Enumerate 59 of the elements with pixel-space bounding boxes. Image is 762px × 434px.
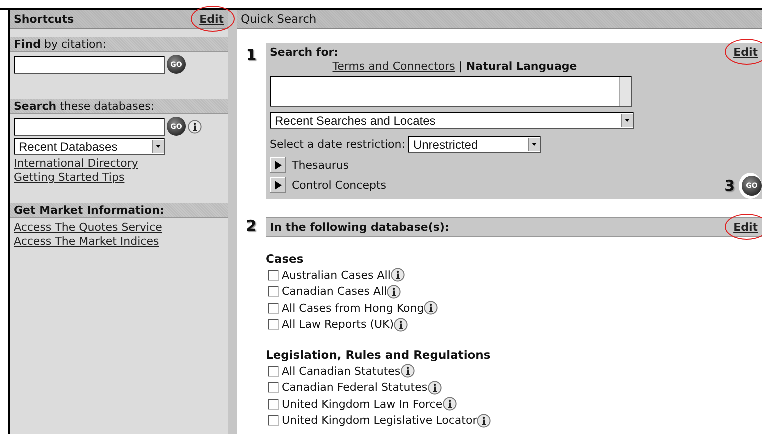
step-number: 2 bbox=[245, 217, 258, 237]
group-heading: Cases bbox=[266, 252, 305, 266]
checkbox-label: Australian Cases All bbox=[282, 268, 391, 282]
step-number: 1 bbox=[245, 45, 258, 66]
section-title: Find by citation: bbox=[14, 38, 106, 50]
link[interactable]: International Directory bbox=[14, 157, 138, 170]
expander-label[interactable]: Control Concepts bbox=[292, 178, 386, 192]
checkbox[interactable] bbox=[268, 415, 279, 426]
query-field[interactable] bbox=[270, 76, 632, 107]
search-mode-tab[interactable]: Terms and Connectors bbox=[332, 60, 456, 73]
link[interactable]: Access The Market Indices bbox=[14, 235, 160, 248]
checkbox[interactable] bbox=[268, 319, 279, 330]
panel-title: Quick Search bbox=[241, 12, 317, 26]
step-number: 3 bbox=[724, 177, 735, 195]
panel-title: Shortcuts bbox=[14, 12, 74, 26]
dropdown[interactable]: Recent Databases bbox=[14, 138, 165, 155]
edit-link[interactable]: Edit bbox=[200, 12, 224, 26]
info-icon[interactable] bbox=[400, 364, 415, 378]
search-mode-tab[interactable]: Natural Language bbox=[466, 60, 578, 73]
checkbox-label: Canadian Cases All bbox=[282, 285, 388, 298]
info-icon[interactable] bbox=[394, 318, 408, 332]
info-icon[interactable] bbox=[390, 268, 405, 282]
checkbox-label: Canadian Federal Statutes bbox=[282, 381, 428, 394]
section-title: In the following database(s): bbox=[270, 220, 450, 234]
info-icon[interactable] bbox=[477, 414, 492, 428]
expand-icon[interactable] bbox=[270, 157, 286, 173]
dropdown[interactable]: Unrestricted bbox=[408, 136, 542, 153]
scrollbar[interactable] bbox=[619, 77, 631, 106]
input-field[interactable] bbox=[14, 118, 165, 136]
section-title: Get Market Information: bbox=[14, 204, 164, 216]
expand-icon[interactable] bbox=[270, 177, 286, 193]
edit-link[interactable]: Edit bbox=[734, 46, 758, 59]
info-icon[interactable] bbox=[387, 284, 402, 299]
input-field[interactable] bbox=[14, 56, 165, 74]
group-heading: Legislation, Rules and Regulations bbox=[266, 348, 492, 362]
checkbox-label: United Kingdom Law In Force bbox=[282, 398, 443, 411]
checkbox[interactable] bbox=[268, 398, 279, 410]
info-icon[interactable] bbox=[428, 380, 442, 395]
edit-link[interactable]: Edit bbox=[734, 220, 758, 234]
checkbox-label: All Cases from Hong Kong bbox=[282, 302, 424, 315]
checkbox[interactable] bbox=[268, 366, 279, 377]
checkbox[interactable] bbox=[268, 302, 279, 314]
checkbox[interactable] bbox=[268, 286, 279, 298]
separator: | bbox=[458, 60, 463, 73]
checkbox[interactable] bbox=[268, 382, 279, 394]
info-icon[interactable] bbox=[424, 301, 438, 316]
checkbox-label: All Canadian Statutes bbox=[282, 364, 401, 378]
field-label: Select a date restriction: bbox=[270, 138, 406, 151]
checkbox-label: United Kingdom Legislative Locator bbox=[282, 414, 478, 428]
dropdown[interactable]: Recent Searches and Locates bbox=[270, 112, 634, 129]
expander-label[interactable]: Thesaurus bbox=[292, 158, 350, 172]
info-icon[interactable] bbox=[442, 397, 457, 412]
checkbox[interactable] bbox=[268, 270, 279, 281]
info-icon[interactable] bbox=[188, 120, 202, 134]
section-title: Search for: bbox=[270, 46, 339, 59]
section-title: Search these databases: bbox=[14, 100, 155, 112]
link[interactable]: Getting Started Tips bbox=[14, 171, 125, 184]
link[interactable]: Access The Quotes Service bbox=[14, 221, 162, 234]
checkbox-label: All Law Reports (UK) bbox=[282, 318, 394, 332]
